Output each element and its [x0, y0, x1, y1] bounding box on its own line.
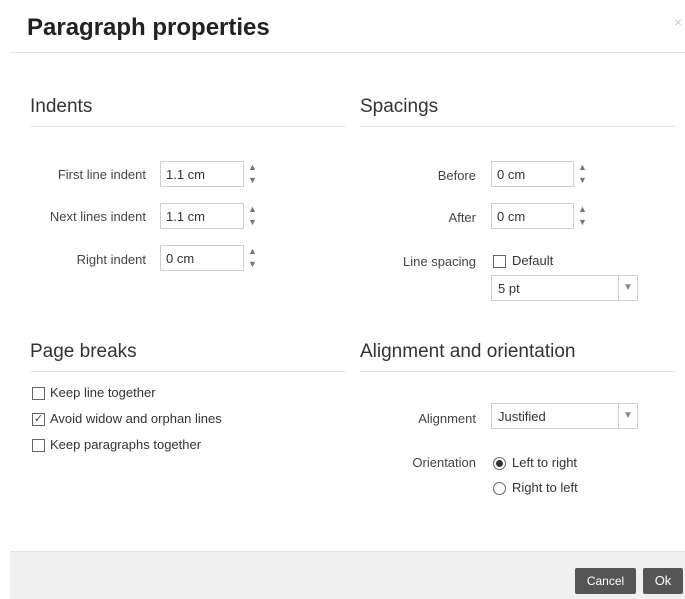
- chevron-down-icon: ▼: [618, 404, 637, 428]
- line-spacing-default-label: Default: [512, 253, 554, 268]
- chevron-down-icon[interactable]: ▼: [576, 216, 589, 229]
- page-breaks-heading: Page breaks: [30, 341, 137, 362]
- keep-paragraphs-together-label: Keep paragraphs together: [50, 437, 202, 452]
- chevron-up-icon[interactable]: ▲: [576, 161, 589, 174]
- page-breaks-divider: [30, 371, 346, 372]
- checkmark-icon: ✓: [33, 413, 44, 425]
- right-indent-input[interactable]: 0 cm: [160, 245, 244, 271]
- chevron-down-icon[interactable]: ▼: [246, 216, 259, 229]
- ok-button[interactable]: Ok: [643, 568, 683, 594]
- alignment-orientation-heading: Alignment and orientation: [360, 341, 576, 362]
- spacings-heading: Spacings: [360, 96, 439, 117]
- first-line-indent-label: First line indent: [57, 167, 146, 182]
- right-to-left-label: Right to left: [512, 480, 578, 495]
- keep-paragraphs-together-checkbox[interactable]: [32, 439, 45, 452]
- first-line-indent-stepper[interactable]: ▲ ▼: [246, 161, 259, 187]
- radio-selected-dot: [496, 460, 503, 467]
- keep-line-together-label: Keep line together: [50, 385, 156, 400]
- first-line-indent-input[interactable]: 1.1 cm: [160, 161, 244, 187]
- header-divider: [10, 52, 685, 53]
- next-lines-indent-stepper[interactable]: ▲ ▼: [246, 203, 259, 229]
- after-label: After: [448, 210, 476, 225]
- chevron-down-icon[interactable]: ▼: [246, 174, 259, 187]
- avoid-widow-orphan-label: Avoid widow and orphan lines: [50, 411, 222, 426]
- right-to-left-radio[interactable]: [493, 482, 506, 495]
- close-icon[interactable]: ×: [674, 14, 682, 30]
- alignment-select[interactable]: Justified ▼: [491, 403, 638, 429]
- before-input[interactable]: 0 cm: [491, 161, 574, 187]
- after-input[interactable]: 0 cm: [491, 203, 574, 229]
- before-stepper[interactable]: ▲ ▼: [576, 161, 589, 187]
- spacings-divider: [360, 126, 676, 127]
- alignment-label: Alignment: [418, 411, 476, 426]
- orientation-label: Orientation: [412, 455, 476, 470]
- indents-heading: Indents: [30, 96, 93, 117]
- dialog-title: Paragraph properties: [27, 14, 270, 41]
- chevron-up-icon[interactable]: ▲: [246, 161, 259, 174]
- alignment-divider: [360, 371, 676, 372]
- line-spacing-default-checkbox[interactable]: [493, 255, 506, 268]
- cancel-button[interactable]: Cancel: [575, 568, 636, 594]
- line-spacing-select[interactable]: 5 pt ▼: [491, 275, 638, 301]
- after-stepper[interactable]: ▲ ▼: [576, 203, 589, 229]
- right-indent-label: Right indent: [76, 252, 146, 267]
- chevron-up-icon[interactable]: ▲: [576, 203, 589, 216]
- right-indent-stepper[interactable]: ▲ ▼: [246, 245, 259, 271]
- before-label: Before: [437, 168, 476, 183]
- chevron-up-icon[interactable]: ▲: [246, 245, 259, 258]
- keep-line-together-checkbox[interactable]: [32, 387, 45, 400]
- next-lines-indent-input[interactable]: 1.1 cm: [160, 203, 244, 229]
- chevron-down-icon[interactable]: ▼: [246, 258, 259, 271]
- chevron-down-icon[interactable]: ▼: [576, 174, 589, 187]
- line-spacing-label: Line spacing: [403, 254, 476, 269]
- alignment-value: Justified: [498, 409, 546, 424]
- line-spacing-value: 5 pt: [498, 281, 520, 296]
- chevron-up-icon[interactable]: ▲: [246, 203, 259, 216]
- next-lines-indent-label: Next lines indent: [49, 209, 146, 224]
- avoid-widow-orphan-checkbox[interactable]: ✓: [32, 413, 45, 426]
- chevron-down-icon: ▼: [618, 276, 637, 300]
- left-to-right-radio[interactable]: [493, 457, 506, 470]
- left-to-right-label: Left to right: [512, 455, 578, 470]
- indents-divider: [30, 126, 346, 127]
